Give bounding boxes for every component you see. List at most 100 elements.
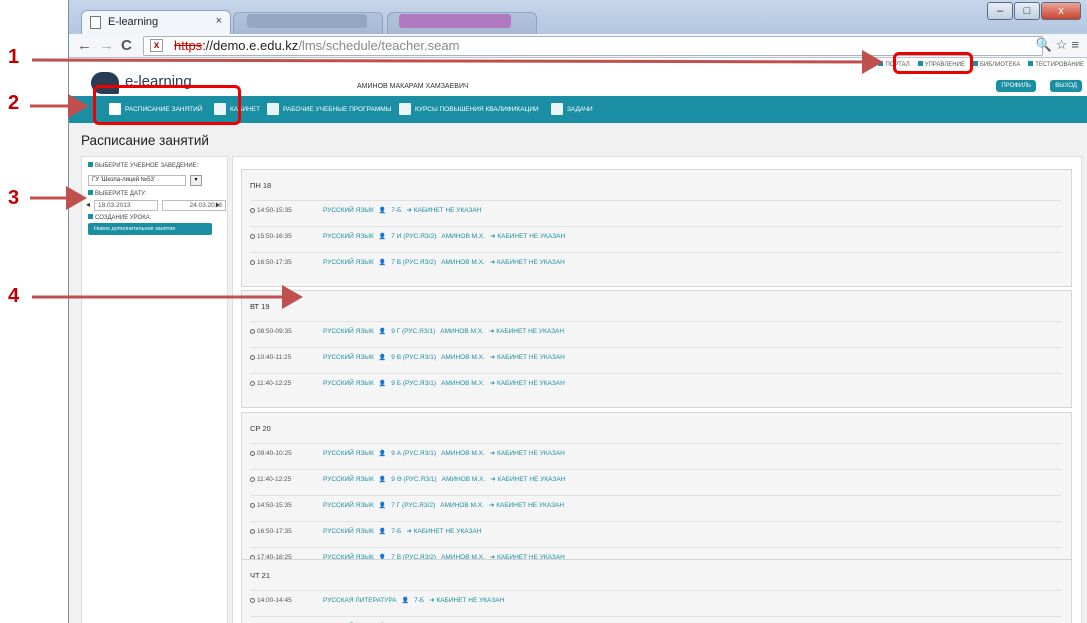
- next-week-icon[interactable]: ▸: [216, 200, 220, 209]
- schedule-list: ПН 18 14:50-15:35 РУССКИЙ ЯЗЫК 👤 7-Б ➜ КАБИНЕ…: [232, 156, 1082, 623]
- arrow-right-icon: ➜: [489, 259, 498, 266]
- page-icon: [90, 16, 101, 29]
- back-icon[interactable]: ←: [77, 37, 92, 55]
- chevron-down-icon[interactable]: ▾: [190, 175, 202, 186]
- lesson-teacher-link[interactable]: АМИНОВ М.Х.: [441, 233, 485, 240]
- day-box: СР 20 09:40-10:25 РУССКИЙ ЯЗЫК 👤 9 А (РУС.ЯЗ…: [241, 412, 1072, 582]
- lesson-group-link[interactable]: 9 В (РУС.ЯЗ/1): [391, 354, 436, 361]
- lesson-time: 11:40-12:25: [257, 476, 292, 483]
- tab-close-icon[interactable]: ×: [216, 15, 222, 27]
- lesson-room-link[interactable]: КАБИНЕТ НЕ УКАЗАН: [497, 233, 565, 240]
- lesson-group-link[interactable]: 7-Б: [391, 528, 401, 535]
- date-from-input[interactable]: 18.03.2013: [94, 200, 158, 211]
- lesson-teacher-link[interactable]: АМИНОВ М.Х.: [441, 354, 485, 361]
- school-select[interactable]: ГУ 'Школа-лицей №53': [88, 175, 186, 186]
- lesson-teacher-link[interactable]: АМИНОВ М.Х.: [441, 380, 485, 387]
- toolbar-icons[interactable]: 🔍☆≡: [1036, 37, 1083, 53]
- lesson-subject-link[interactable]: РУССКИЙ ЯЗЫК: [323, 380, 374, 387]
- minimize-button[interactable]: –: [987, 2, 1013, 20]
- lesson-subject-link[interactable]: РУССКИЙ ЯЗЫК: [323, 207, 374, 214]
- lesson-group-link[interactable]: 9 Ә (РУС.ЯЗ/1): [391, 476, 436, 483]
- url-scheme: https: [174, 38, 203, 53]
- reload-icon[interactable]: C: [121, 37, 132, 55]
- group-icon: 👤: [378, 260, 387, 266]
- maximize-button[interactable]: □: [1014, 2, 1040, 20]
- lesson-row: 16:50-17:35 РУССКИЙ ЯЗЫК 👤 7 В (РУС.ЯЗ/2) АМ…: [250, 252, 1062, 272]
- lesson-teacher-link[interactable]: АМИНОВ М.Х.: [441, 450, 485, 457]
- nav-work-programs[interactable]: РАБОЧИЕ УЧЕБНЫЕ ПРОГРАММЫ: [267, 103, 391, 116]
- blurred-tab-title: [399, 14, 511, 28]
- clock-icon: [250, 328, 255, 334]
- lesson-teacher-link[interactable]: АМИНОВ М.Х.: [441, 259, 485, 266]
- prev-week-icon[interactable]: ◂: [86, 200, 90, 209]
- certificate-warning-icon[interactable]: x: [150, 39, 163, 52]
- new-lesson-button[interactable]: Новое дополнительное занятие: [88, 223, 212, 235]
- lesson-subject-link[interactable]: РУССКИЙ ЯЗЫК: [323, 528, 374, 535]
- lesson-subject-link[interactable]: РУССКИЙ ЯЗЫК: [323, 233, 374, 240]
- lesson-group-link[interactable]: 9 Б (РУС.ЯЗ/1): [391, 380, 436, 387]
- lesson-subject-link[interactable]: РУССКИЙ ЯЗЫК: [323, 259, 374, 266]
- lesson-group-link[interactable]: 7 В (РУС.ЯЗ/2): [391, 259, 436, 266]
- day-title: ЧТ 21: [250, 571, 271, 580]
- lesson-subject-link[interactable]: РУССКАЯ ЛИТЕРАТУРА: [323, 597, 397, 604]
- lesson-room-link[interactable]: КАБИНЕТ НЕ УКАЗАН: [498, 476, 566, 483]
- clock-icon: [250, 528, 255, 534]
- group-icon: 👤: [378, 234, 387, 240]
- lesson-subject-link[interactable]: РУССКИЙ ЯЗЫК: [323, 450, 374, 457]
- lesson-subject-link[interactable]: РУССКИЙ ЯЗЫК: [323, 354, 374, 361]
- browser-tab-elearning[interactable]: E-learning ×: [81, 10, 231, 34]
- lesson-room-link[interactable]: КАБИНЕТ НЕ УКАЗАН: [497, 450, 565, 457]
- clock-icon: [250, 502, 255, 508]
- lesson-group-link[interactable]: 7 Г (РУС.ЯЗ/2): [391, 502, 435, 509]
- profile-button[interactable]: ПРОФИЛЬ: [996, 80, 1036, 92]
- lesson-subject-link[interactable]: РУССКИЙ ЯЗЫК: [323, 502, 374, 509]
- group-icon: 👤: [378, 329, 387, 335]
- lesson-teacher-link[interactable]: АМИНОВ М.Х.: [440, 328, 484, 335]
- logout-button[interactable]: ВЫХОД: [1050, 80, 1082, 92]
- lesson-row: 14:50-15:35РУССКИЙ ЯЗЫК👤7 И (РУС.ЯЗ/2)АМ…: [250, 616, 1062, 623]
- lesson-room-link[interactable]: КАБИНЕТ НЕ УКАЗАН: [414, 528, 482, 535]
- day-box: ВТ 19 08:50-09:35 РУССКИЙ ЯЗЫК 👤 9 Г (РУС.ЯЗ…: [241, 290, 1072, 408]
- url-path: /lms/schedule/teacher.seam: [298, 38, 460, 53]
- lesson-group-link[interactable]: 7 И (РУС.ЯЗ/2): [391, 233, 436, 240]
- arrow-right-icon: ➜: [406, 207, 414, 214]
- lesson-room-link[interactable]: КАБИНЕТ НЕ УКАЗАН: [436, 597, 504, 604]
- lesson-group-link[interactable]: 9 Г (РУС.ЯЗ/1): [391, 328, 435, 335]
- forward-icon[interactable]: →: [99, 37, 114, 55]
- web-page: e-learning АМИНОВ МАКАРАМ ХАМЗАЕВИЧ ПОРТ…: [69, 58, 1087, 623]
- nav-tasks[interactable]: ЗАДАЧИ: [551, 103, 593, 116]
- lesson-group-link[interactable]: 7-Б: [391, 207, 401, 214]
- group-icon: 👤: [401, 598, 410, 604]
- annotation-number-3: 3: [8, 187, 20, 209]
- lesson-group-link[interactable]: 7-Б: [414, 597, 424, 604]
- close-window-button[interactable]: x: [1041, 2, 1081, 20]
- group-icon: 👤: [378, 381, 387, 387]
- lesson-room-link[interactable]: КАБИНЕТ НЕ УКАЗАН: [496, 328, 564, 335]
- lesson-room-link[interactable]: КАБИНЕТ НЕ УКАЗАН: [497, 259, 565, 266]
- lesson-time: 08:50-09:35: [257, 328, 292, 335]
- lesson-time: 09:40-10:25: [257, 450, 292, 457]
- day-title: ВТ 19: [250, 302, 270, 311]
- lesson-room-link[interactable]: КАБИНЕТ НЕ УКАЗАН: [496, 502, 564, 509]
- lesson-room-link[interactable]: КАБИНЕТ НЕ УКАЗАН: [497, 354, 565, 361]
- lesson-group-link[interactable]: 9 А (РУС.ЯЗ/1): [391, 450, 436, 457]
- lesson-row: 09:40-10:25 РУССКИЙ ЯЗЫК 👤 9 А (РУС.ЯЗ/1) АМ…: [250, 443, 1062, 463]
- lesson-teacher-link[interactable]: АМИНОВ М.Х.: [440, 502, 484, 509]
- lesson-time: 14:50-15:35: [257, 617, 317, 623]
- arrow-right-icon: ➜: [489, 354, 498, 361]
- top-link-library[interactable]: БИБЛИОТЕКА: [972, 61, 1020, 68]
- url-host: ://demo.e.edu.kz: [202, 38, 299, 53]
- lesson-subject-link[interactable]: РУССКИЙ ЯЗЫК: [323, 476, 374, 483]
- lesson-time: 10:40-11:25: [257, 354, 292, 361]
- lesson-room-link[interactable]: КАБИНЕТ НЕ УКАЗАН: [414, 207, 482, 214]
- group-icon: 👤: [378, 208, 387, 214]
- lesson-subject-link[interactable]: РУССКИЙ ЯЗЫК: [323, 328, 374, 335]
- nav-courses[interactable]: КУРСЫ ПОВЫШЕНИЯ КВАЛИФИКАЦИИ: [399, 103, 539, 116]
- clock-icon: [250, 380, 255, 386]
- lesson-time: 11:40-12:25: [257, 380, 292, 387]
- annotation-box-1: [893, 52, 973, 74]
- lesson-room-link[interactable]: КАБИНЕТ НЕ УКАЗАН: [497, 380, 565, 387]
- lesson-teacher-link[interactable]: АМИНОВ М.Х.: [442, 476, 486, 483]
- top-link-testing[interactable]: ТЕСТИРОВАНИЕ: [1028, 61, 1084, 68]
- clock-icon: [250, 450, 255, 456]
